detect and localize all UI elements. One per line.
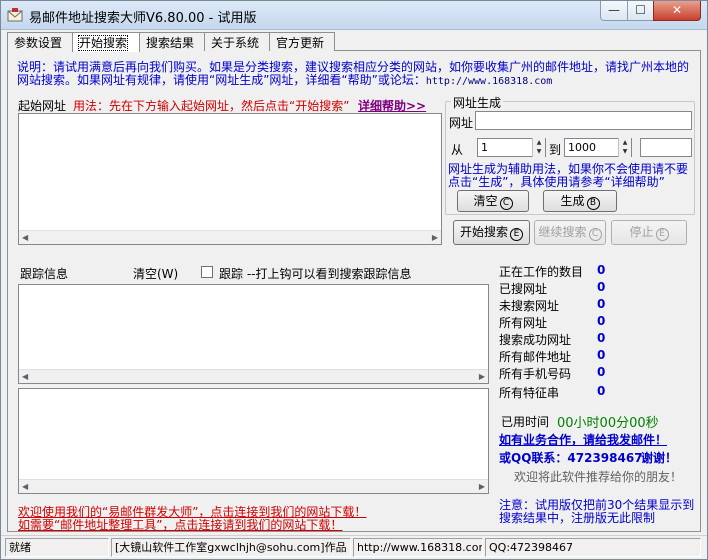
stat-value: 0 [597,314,606,328]
minimize-icon: — [608,3,620,17]
button-label: 清空 [473,194,498,208]
from-label: 从 [451,143,464,157]
tab-start-search[interactable]: 开始搜索 [72,32,140,52]
tab-about[interactable]: 关于系统 [204,32,270,51]
trace-checkbox-label: 跟踪 --打上钩可以看到搜索跟踪信息 [219,267,412,281]
thanks-text: 谢谢！ [641,451,678,465]
stat-label: 所有特征串 [499,386,560,400]
shortcut-key: C [499,197,513,210]
trial-limit-note: 注意：试用版仅把前30个结果显示到搜索结果中，注册版无此限制 [499,498,695,525]
trace-checkbox[interactable] [201,266,213,278]
scroll-right-icon[interactable]: ▶ [479,372,485,381]
qq-contact-text: 或QQ联系：472398467 [499,451,643,465]
elapsed-time-label: 已用时间 [501,415,550,429]
button-label: 继续搜索 [538,225,587,239]
title-bar[interactable]: 易邮件地址搜索大师V6.80.00 - 试用版 — ☐ ✕ [1,1,707,30]
spin-up-icon[interactable]: ▲ [619,138,631,147]
status-text: 就绪 [5,538,109,557]
window-title: 易邮件地址搜索大师V6.80.00 - 试用版 [29,11,257,26]
stat-label: 所有手机号码 [499,367,572,381]
elapsed-time-value: 00小时00分00秒 [557,416,659,431]
tab-label: 搜索结果 [146,36,195,50]
button-label: 停止 [629,225,654,239]
tab-label: 开始搜索 [77,35,129,51]
maximize-button[interactable]: ☐ [627,1,654,21]
close-button[interactable]: ✕ [653,1,701,21]
url-pattern-input[interactable] [475,111,692,130]
tab-search-results[interactable]: 搜索结果 [139,32,205,51]
stat-value: 0 [597,280,606,294]
stat-value: 0 [597,365,606,379]
url-generator-note: 网址生成为辅助用法，如果你不会使用请不要点击“生成”，具体使用请参考“详细帮助” [448,162,689,189]
business-contact-link[interactable]: 如有业务合作，请给我发邮件！ [499,431,667,448]
url-generator-title: 网址生成 [451,94,504,111]
author-text: [大镜山软件工作室gxwclhjh@sohu.com]作品 [111,538,351,557]
stat-value: 0 [597,263,606,277]
stat-label: 已搜网址 [499,282,548,296]
stat-label: 未搜索网址 [499,299,560,313]
tab-label: 官方更新 [276,36,325,50]
spin-up-icon[interactable]: ▲ [533,138,545,147]
scroll-left-icon[interactable]: ◀ [22,233,28,242]
stat-label: 正在工作的数目 [499,265,584,279]
minimize-button[interactable]: — [600,1,628,21]
scroll-right-icon[interactable]: ▶ [479,482,485,491]
extra-input[interactable] [640,138,692,157]
horizontal-scrollbar[interactable]: ◀ ▶ [19,369,488,383]
description-body: 说明：请试用满意后再向我们购买。如果是分类搜索，建议搜索相应分类的网站，如你要收… [17,60,690,87]
tab-label: 关于系统 [211,36,260,50]
horizontal-scrollbar[interactable]: ◀ ▶ [19,479,488,493]
start-search-button[interactable]: 开始搜索 E [453,220,530,245]
stat-value: 0 [597,348,606,362]
button-label: 生成 [560,194,585,208]
from-spinner[interactable]: ▲ ▼ [532,138,545,157]
recommend-text: 欢迎将此软件推荐给你的朋友！ [514,470,683,484]
shortcut-key: E [655,228,669,241]
stat-label: 所有网址 [499,316,548,330]
description-text: 说明：请试用满意后再向我们购买。如果是分类搜索，建议搜索相应分类的网站，如你要收… [17,61,697,88]
app-envelope-icon [7,8,23,22]
clear-url-button[interactable]: 清空 C [457,190,529,212]
trace-log-area[interactable]: ◀ ▶ [18,284,489,384]
spin-down-icon[interactable]: ▼ [533,147,545,156]
stop-button[interactable]: 停止 E [611,220,687,245]
generate-button[interactable]: 生成 B [543,190,617,212]
forum-link[interactable]: http://www.168318.com [426,76,552,87]
trace-info-label: 跟踪信息 [20,267,69,281]
qq-text: QQ:472398467 [485,538,701,557]
spin-down-icon[interactable]: ▼ [619,147,631,156]
stat-value: 0 [597,331,606,345]
scroll-left-icon[interactable]: ◀ [22,482,28,491]
url-label: 网址 [449,116,474,130]
website-text: http://www.168318.com [353,538,483,557]
scroll-right-icon[interactable]: ▶ [432,233,438,242]
button-label: 开始搜索 [459,225,508,239]
shortcut-key: B [586,197,600,210]
tab-label: 参数设置 [14,36,63,50]
main-window: 易邮件地址搜索大师V6.80.00 - 试用版 — ☐ ✕ 参数设置 开始搜索 … [0,0,708,560]
horizontal-scrollbar[interactable]: ◀ ▶ [19,230,441,244]
tab-settings[interactable]: 参数设置 [7,32,73,51]
shortcut-key: E [510,228,523,241]
to-label: 到 [549,143,562,157]
stat-value: 0 [597,297,606,311]
stat-value: 0 [597,384,606,398]
result-log-area[interactable]: ◀ ▶ [18,388,489,494]
clear-trace-link[interactable]: 清空(W) [133,265,178,282]
maximize-icon: ☐ [635,3,646,17]
shortcut-key: C [588,228,602,241]
start-url-hint: 用法：先在下方输入起始网址，然后点击“开始搜索” [73,99,350,113]
close-icon: ✕ [671,3,683,17]
to-spinner[interactable]: ▲ ▼ [618,138,631,157]
address-tool-download-link[interactable]: 如需要“邮件地址整理工具”，点击连接请到我们的网站下载！ [18,516,342,533]
start-url-textarea[interactable]: ◀ ▶ [18,113,442,245]
detailed-help-link[interactable]: 详细帮助>> [358,97,426,114]
stat-label: 搜索成功网址 [499,333,572,347]
stat-label: 所有邮件地址 [499,350,572,364]
tab-official-update[interactable]: 官方更新 [269,32,335,51]
status-bar: 就绪 [大镜山软件工作室gxwclhjh@sohu.com]作品 http://… [1,535,707,559]
continue-search-button[interactable]: 继续搜索 C [534,220,606,245]
start-url-label: 起始网址 [18,99,67,113]
scroll-left-icon[interactable]: ◀ [22,372,28,381]
